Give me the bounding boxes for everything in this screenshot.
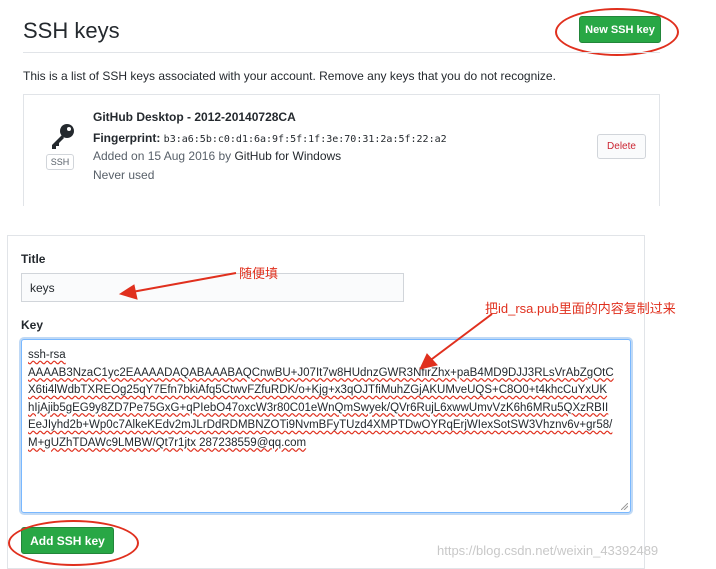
key-line: AAAAB3NzaC1yc2EAAAADAQABAAABAQCnwBU+J07I… [28,366,614,379]
key-line: hIjAjib5gEG9y8ZD7Pe75GxG+qPIebO47oxcW3r8… [28,401,609,414]
title-input[interactable]: keys [21,273,404,302]
resize-handle-icon[interactable] [621,503,628,510]
watermark: https://blog.csdn.net/weixin_43392489 [437,543,659,558]
key-fingerprint: Fingerprint: b3:a6:5b:c0:d1:6a:9f:5f:1f:… [93,131,447,145]
fingerprint-label: Fingerprint: [93,131,161,145]
annotation-title-note: 随便填 [239,266,279,281]
key-line: M+gUZhTDAWc9LMBW/Qt7r1jtx 287238559@qq.c… [28,436,307,449]
key-icon [48,122,76,152]
highlight-circle-new-key [555,8,679,56]
key-title: GitHub Desktop - 2012-20140728CA [93,110,296,124]
key-line: EeJIyhd2b+Wp0c7AlkeKEdv2mJLrDdRDMBNZOTi9… [28,419,613,431]
ssh-badge: SSH [46,154,74,170]
highlight-circle-add-key [8,520,139,566]
delete-key-button[interactable]: Delete [597,134,646,159]
added-prefix: Added on 15 Aug 2016 by [93,149,232,163]
key-usage: Never used [93,168,155,182]
key-added-info: Added on 15 Aug 2016 by GitHub for Windo… [93,149,341,163]
intro-text: This is a list of SSH keys associated wi… [23,69,556,83]
page-title: SSH keys [23,18,120,43]
key-line: X6ti4lWdbTXREOg25qY7Efn7bkiAfq5CtwvFZfuR… [28,384,608,396]
title-label: Title [21,252,46,266]
fingerprint-value: b3:a6:5b:c0:d1:6a:9f:5f:1f:3e:70:31:2a:5… [163,134,447,145]
key-line: ssh-rsa [28,349,66,361]
header-divider [23,52,660,53]
key-textarea[interactable]: ssh-rsa AAAAB3NzaC1yc2EAAAADAQABAAABAQCn… [21,339,631,513]
annotation-key-note: 把id_rsa.pub里面的内容复制过来 [485,301,676,316]
added-by: GitHub for Windows [234,149,342,163]
key-label: Key [21,318,44,332]
